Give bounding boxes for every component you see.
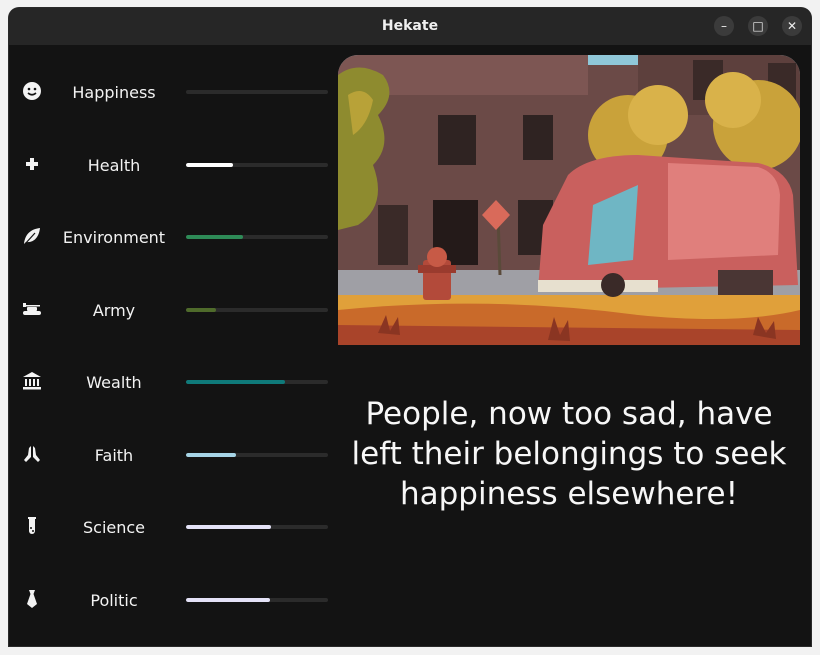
title-bar: Hekate – □ ✕: [9, 8, 811, 45]
stat-bar-fill: [186, 525, 272, 529]
stat-bar-fill: [186, 235, 243, 239]
stat-label: Happiness: [72, 83, 156, 102]
stat-happiness: Happiness: [9, 72, 339, 112]
stat-army: Army: [9, 290, 339, 330]
stat-bar: [186, 90, 328, 94]
stat-bar: [186, 598, 328, 602]
stat-bar-fill: [186, 380, 286, 384]
close-button[interactable]: ✕: [782, 16, 802, 36]
stat-label: Faith: [94, 446, 134, 465]
stats-panel: Happiness Health Environment Army Wealth…: [9, 45, 339, 645]
praying-hands-icon: [24, 446, 40, 462]
stat-label: Wealth: [86, 373, 142, 392]
stat-bar: [186, 163, 328, 167]
stat-bar: [186, 380, 328, 384]
stat-label: Environment: [62, 228, 166, 247]
stat-bar: [186, 525, 328, 529]
stat-label: Health: [87, 156, 141, 175]
stat-politic: Politic: [9, 580, 339, 620]
app-window: Hekate – □ ✕ Happiness Health Environmen…: [9, 8, 811, 646]
event-message: People, now too sad, have left their bel…: [351, 396, 787, 512]
abandoned-city-illustration: [338, 55, 800, 345]
maximize-button[interactable]: □: [748, 16, 768, 36]
minimize-button[interactable]: –: [714, 16, 734, 36]
tie-icon: [27, 590, 37, 608]
stat-bar-fill: [186, 163, 233, 167]
stat-label: Army: [92, 301, 136, 320]
stat-label: Science: [82, 518, 146, 537]
smiley-icon: [23, 82, 41, 100]
leaf-icon: [24, 228, 40, 245]
stat-health: Health: [9, 145, 339, 185]
stat-bar: [186, 453, 328, 457]
stat-label: Politic: [90, 591, 138, 610]
window-title: Hekate: [381, 18, 439, 34]
stat-bar-fill: [186, 308, 216, 312]
stat-bar-fill: [186, 453, 236, 457]
stat-bar: [186, 308, 328, 312]
stat-bar-fill: [186, 598, 270, 602]
plus-icon: [26, 158, 38, 170]
stat-wealth: Wealth: [9, 362, 339, 402]
stat-faith: Faith: [9, 435, 339, 475]
stat-science: Science: [9, 507, 339, 547]
tank-icon: [23, 303, 41, 315]
stat-bar: [186, 235, 328, 239]
stat-environment: Environment: [9, 217, 339, 257]
test-tube-icon: [28, 517, 36, 534]
bank-icon: [23, 372, 41, 390]
